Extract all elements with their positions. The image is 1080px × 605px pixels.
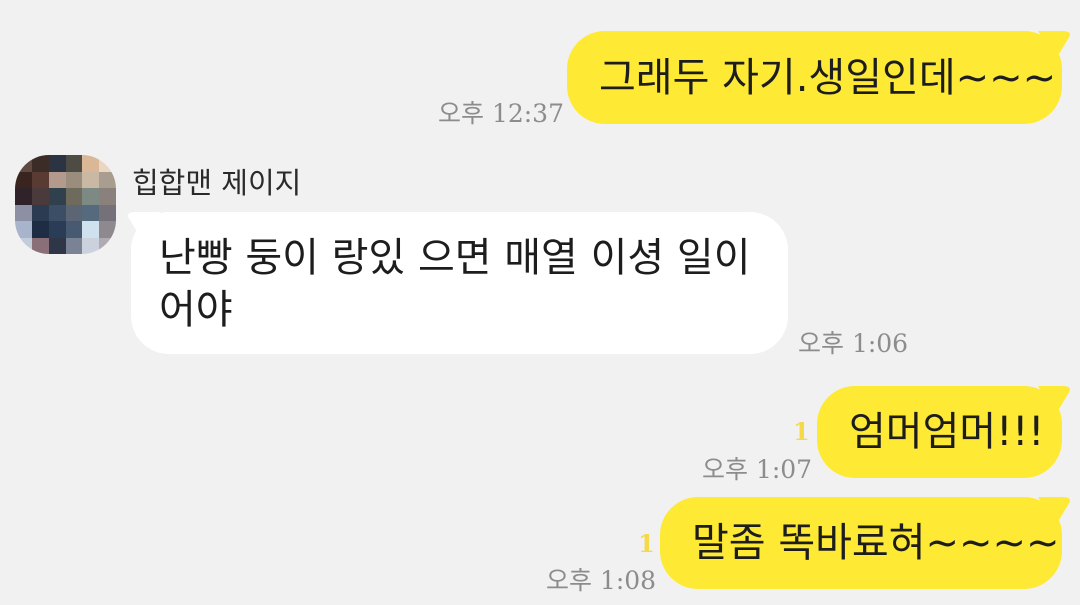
message-text: 난빵 둥이 랑있 으면 매열 이셩 일이 어야 — [159, 235, 751, 333]
message-text: 그래두 자기.생일인데~~~ — [599, 54, 1057, 101]
incoming-message-bubble[interactable]: 난빵 둥이 랑있 으면 매열 이셩 일이 어야 — [131, 212, 788, 354]
unread-count: 1 — [793, 417, 810, 446]
unread-count: 1 — [638, 529, 655, 558]
bubble-tail-icon — [1038, 31, 1070, 59]
bubble-tail-icon — [1038, 497, 1070, 525]
message-timestamp: 오후 1:08 — [546, 566, 657, 595]
message-text: 말좀 똑바료혀~~~~ — [692, 520, 1060, 566]
sender-name: 힙합맨 제이지 — [132, 166, 302, 200]
avatar[interactable] — [15, 155, 116, 254]
my-message-bubble[interactable]: 말좀 똑바료혀~~~~ — [660, 497, 1062, 589]
message-timestamp: 오후 1:07 — [702, 455, 813, 484]
my-message-bubble[interactable]: 그래두 자기.생일인데~~~ — [567, 31, 1062, 124]
message-timestamp: 오후 1:06 — [798, 329, 909, 358]
message-timestamp: 오후 12:37 — [438, 99, 564, 128]
bubble-tail-icon — [1038, 386, 1070, 414]
my-message-bubble[interactable]: 엄머엄머!!! — [817, 386, 1062, 478]
message-text: 엄머엄머!!! — [849, 409, 1045, 455]
